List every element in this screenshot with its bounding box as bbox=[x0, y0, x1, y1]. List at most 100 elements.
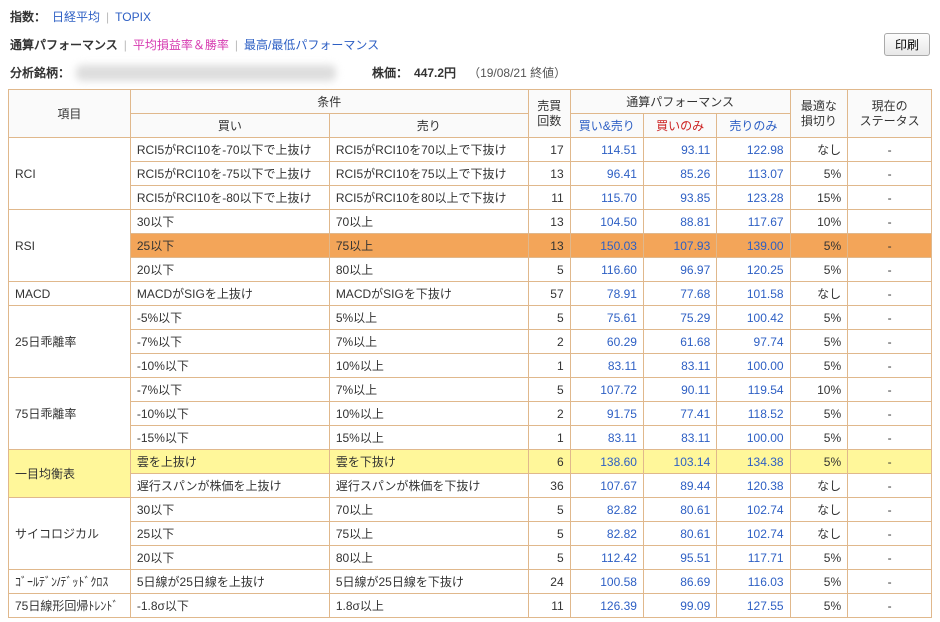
trade-count: 13 bbox=[528, 162, 570, 186]
perf-sell: 119.54 bbox=[717, 378, 790, 402]
cond-buy: RCI5がRCI10を-75以下で上抜け bbox=[130, 162, 329, 186]
status: - bbox=[848, 546, 932, 570]
losscut: 5% bbox=[790, 426, 848, 450]
cond-buy: RCI5がRCI10を-70以下で上抜け bbox=[130, 138, 329, 162]
cond-sell: 雲を下抜け bbox=[329, 450, 528, 474]
trade-count: 11 bbox=[528, 594, 570, 618]
th-perf-both: 買い&売り bbox=[570, 114, 643, 138]
perf-both: 82.82 bbox=[570, 522, 643, 546]
perf-buy: 77.41 bbox=[643, 402, 716, 426]
perf-both: 107.72 bbox=[570, 378, 643, 402]
table-row[interactable]: -15%以下15%以上183.1183.11100.005%- bbox=[9, 426, 932, 450]
table-row[interactable]: -7%以下7%以上260.2961.6897.745%- bbox=[9, 330, 932, 354]
losscut: 5% bbox=[790, 330, 848, 354]
table-row[interactable]: 75日線形回帰ﾄﾚﾝﾄﾞ-1.8σ以下1.8σ以上11126.3999.0912… bbox=[9, 594, 932, 618]
cond-sell: 70以上 bbox=[329, 210, 528, 234]
status: - bbox=[848, 186, 932, 210]
table-row[interactable]: 25以下75以上582.8280.61102.74なし- bbox=[9, 522, 932, 546]
perf-buy: 80.61 bbox=[643, 522, 716, 546]
table-row[interactable]: サイコロジカル30以下70以上582.8280.61102.74なし- bbox=[9, 498, 932, 522]
perf-both: 78.91 bbox=[570, 282, 643, 306]
table-row[interactable]: 20以下80以上5112.4295.51117.715%- bbox=[9, 546, 932, 570]
price-value: 447.2円 bbox=[414, 64, 456, 81]
cond-sell: 7%以上 bbox=[329, 330, 528, 354]
perf-buy: 77.68 bbox=[643, 282, 716, 306]
cond-sell: MACDがSIGを下抜け bbox=[329, 282, 528, 306]
losscut: なし bbox=[790, 282, 848, 306]
trade-count: 36 bbox=[528, 474, 570, 498]
th-cond: 条件 bbox=[130, 90, 528, 114]
cond-buy: 20以下 bbox=[130, 546, 329, 570]
trade-count: 2 bbox=[528, 402, 570, 426]
perf-buy: 99.09 bbox=[643, 594, 716, 618]
th-perf-sell: 売りのみ bbox=[717, 114, 790, 138]
status: - bbox=[848, 378, 932, 402]
perf-buy: 93.11 bbox=[643, 138, 716, 162]
th-losscut: 最適な損切り bbox=[790, 90, 848, 138]
status: - bbox=[848, 210, 932, 234]
perf-sell: 100.00 bbox=[717, 354, 790, 378]
table-row[interactable]: RCI5がRCI10を-80以下で上抜けRCI5がRCI10を80以上で下抜け1… bbox=[9, 186, 932, 210]
cond-sell: 10%以上 bbox=[329, 402, 528, 426]
th-item: 項目 bbox=[9, 90, 131, 138]
perf-both: 75.61 bbox=[570, 306, 643, 330]
cond-buy: MACDがSIGを上抜け bbox=[130, 282, 329, 306]
tab-total-performance[interactable]: 通算パフォーマンス bbox=[10, 36, 118, 53]
tab-bar: 通算パフォーマンス | 平均損益率＆勝率 | 最高/最低パフォーマンス 印刷 bbox=[8, 29, 932, 60]
status: - bbox=[848, 450, 932, 474]
tab-avg-winrate[interactable]: 平均損益率＆勝率 bbox=[133, 36, 229, 53]
status: - bbox=[848, 162, 932, 186]
nikkei-link[interactable]: 日経平均 bbox=[52, 8, 100, 25]
losscut: 10% bbox=[790, 210, 848, 234]
table-row[interactable]: -10%以下10%以上183.1183.11100.005%- bbox=[9, 354, 932, 378]
table-row[interactable]: 遅行スパンが株価を上抜け遅行スパンが株価を下抜け36107.6789.44120… bbox=[9, 474, 932, 498]
perf-buy: 95.51 bbox=[643, 546, 716, 570]
table-row[interactable]: RCIRCI5がRCI10を-70以下で上抜けRCI5がRCI10を70以上で下… bbox=[9, 138, 932, 162]
cond-buy: -7%以下 bbox=[130, 378, 329, 402]
tab-high-low[interactable]: 最高/最低パフォーマンス bbox=[244, 36, 379, 53]
status: - bbox=[848, 498, 932, 522]
cond-sell: 80以上 bbox=[329, 546, 528, 570]
table-row[interactable]: 一目均衡表雲を上抜け雲を下抜け6138.60103.14134.385%- bbox=[9, 450, 932, 474]
perf-sell: 118.52 bbox=[717, 402, 790, 426]
losscut: 5% bbox=[790, 258, 848, 282]
trade-count: 17 bbox=[528, 138, 570, 162]
table-row[interactable]: 20以下80以上5116.6096.97120.255%- bbox=[9, 258, 932, 282]
status: - bbox=[848, 594, 932, 618]
trade-count: 1 bbox=[528, 354, 570, 378]
perf-buy: 83.11 bbox=[643, 354, 716, 378]
th-trades: 売買回数 bbox=[528, 90, 570, 138]
cond-sell: RCI5がRCI10を75以上で下抜け bbox=[329, 162, 528, 186]
price-date: （19/08/21 終値） bbox=[468, 64, 566, 81]
topix-link[interactable]: TOPIX bbox=[115, 10, 151, 24]
print-button[interactable]: 印刷 bbox=[884, 33, 930, 56]
perf-buy: 75.29 bbox=[643, 306, 716, 330]
status: - bbox=[848, 282, 932, 306]
table-row[interactable]: 25日乖離率-5%以下5%以上575.6175.29100.425%- bbox=[9, 306, 932, 330]
cond-buy: 20以下 bbox=[130, 258, 329, 282]
losscut: 5% bbox=[790, 450, 848, 474]
perf-both: 114.51 bbox=[570, 138, 643, 162]
perf-sell: 134.38 bbox=[717, 450, 790, 474]
losscut: なし bbox=[790, 474, 848, 498]
perf-both: 150.03 bbox=[570, 234, 643, 258]
table-row[interactable]: 25以下75以上13150.03107.93139.005%- bbox=[9, 234, 932, 258]
perf-both: 115.70 bbox=[570, 186, 643, 210]
cond-buy: 雲を上抜け bbox=[130, 450, 329, 474]
status: - bbox=[848, 426, 932, 450]
perf-sell: 101.58 bbox=[717, 282, 790, 306]
perf-sell: 102.74 bbox=[717, 498, 790, 522]
perf-sell: 113.07 bbox=[717, 162, 790, 186]
th-sell: 売り bbox=[329, 114, 528, 138]
perf-sell: 102.74 bbox=[717, 522, 790, 546]
table-row[interactable]: RCI5がRCI10を-75以下で上抜けRCI5がRCI10を75以上で下抜け1… bbox=[9, 162, 932, 186]
category-cell: 75日乖離率 bbox=[9, 378, 131, 450]
cond-sell: 遅行スパンが株価を下抜け bbox=[329, 474, 528, 498]
table-row[interactable]: -10%以下10%以上291.7577.41118.525%- bbox=[9, 402, 932, 426]
table-row[interactable]: 75日乖離率-7%以下7%以上5107.7290.11119.5410%- bbox=[9, 378, 932, 402]
losscut: 5% bbox=[790, 354, 848, 378]
table-row[interactable]: RSI30以下70以上13104.5088.81117.6710%- bbox=[9, 210, 932, 234]
trade-count: 5 bbox=[528, 546, 570, 570]
category-cell: サイコロジカル bbox=[9, 498, 131, 570]
table-row[interactable]: MACDMACDがSIGを上抜けMACDがSIGを下抜け5778.9177.68… bbox=[9, 282, 932, 306]
